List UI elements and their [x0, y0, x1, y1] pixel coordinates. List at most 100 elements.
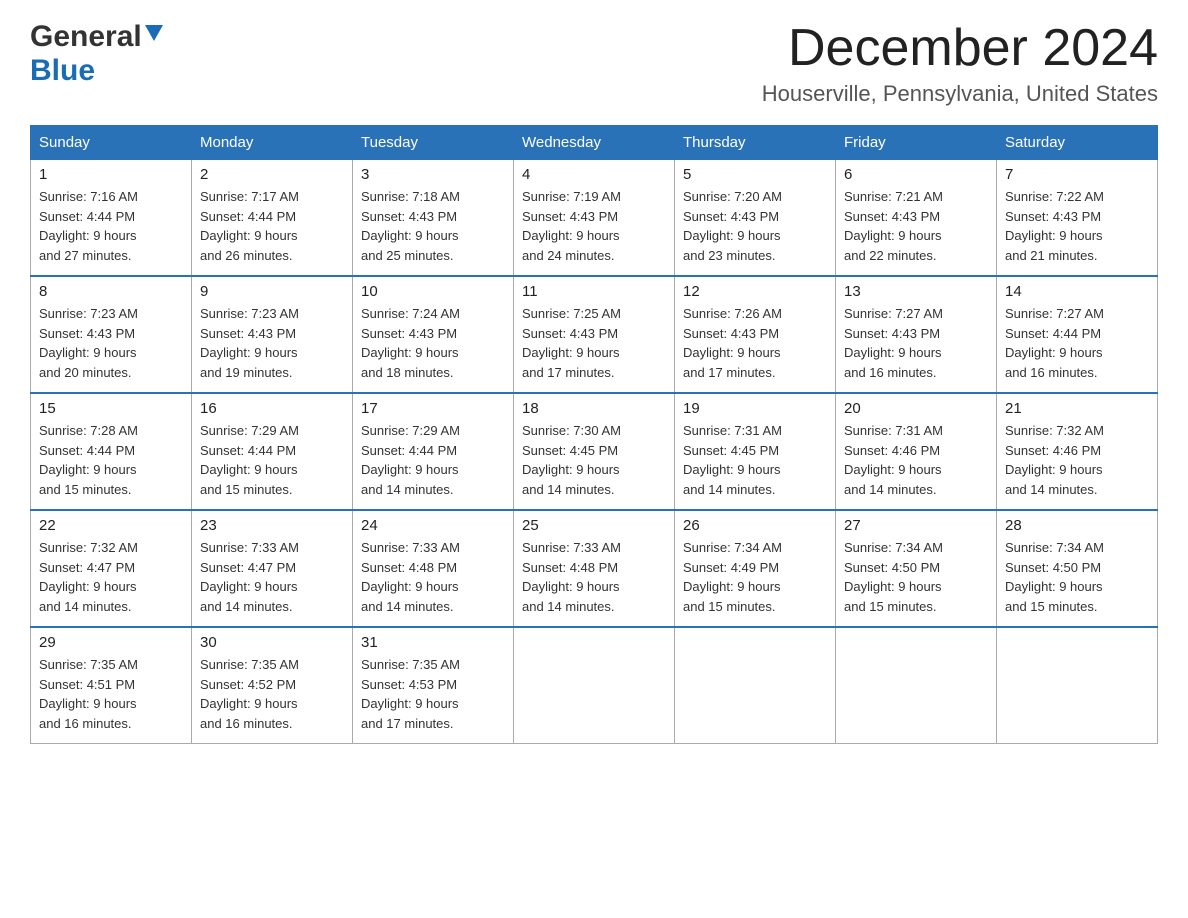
day-info: Sunrise: 7:22 AM Sunset: 4:43 PM Dayligh…: [1005, 187, 1149, 265]
day-number: 23: [200, 517, 344, 534]
day-number: 1: [39, 166, 183, 183]
day-info: Sunrise: 7:31 AM Sunset: 4:45 PM Dayligh…: [683, 421, 827, 499]
calendar-cell: 16 Sunrise: 7:29 AM Sunset: 4:44 PM Dayl…: [192, 393, 353, 510]
calendar-cell: 28 Sunrise: 7:34 AM Sunset: 4:50 PM Dayl…: [997, 510, 1158, 627]
day-number: 17: [361, 400, 505, 417]
calendar-week-2: 8 Sunrise: 7:23 AM Sunset: 4:43 PM Dayli…: [31, 276, 1158, 393]
day-number: 21: [1005, 400, 1149, 417]
day-info: Sunrise: 7:35 AM Sunset: 4:53 PM Dayligh…: [361, 655, 505, 733]
calendar-cell: 15 Sunrise: 7:28 AM Sunset: 4:44 PM Dayl…: [31, 393, 192, 510]
day-number: 13: [844, 283, 988, 300]
calendar-cell: 12 Sunrise: 7:26 AM Sunset: 4:43 PM Dayl…: [675, 276, 836, 393]
calendar-cell: 29 Sunrise: 7:35 AM Sunset: 4:51 PM Dayl…: [31, 627, 192, 744]
day-info: Sunrise: 7:33 AM Sunset: 4:47 PM Dayligh…: [200, 538, 344, 616]
calendar-week-3: 15 Sunrise: 7:28 AM Sunset: 4:44 PM Dayl…: [31, 393, 1158, 510]
day-number: 27: [844, 517, 988, 534]
day-info: Sunrise: 7:23 AM Sunset: 4:43 PM Dayligh…: [200, 304, 344, 382]
day-number: 22: [39, 517, 183, 534]
day-number: 3: [361, 166, 505, 183]
calendar-cell: 7 Sunrise: 7:22 AM Sunset: 4:43 PM Dayli…: [997, 160, 1158, 277]
calendar-cell: 2 Sunrise: 7:17 AM Sunset: 4:44 PM Dayli…: [192, 160, 353, 277]
day-number: 12: [683, 283, 827, 300]
header-row: SundayMondayTuesdayWednesdayThursdayFrid…: [31, 126, 1158, 160]
calendar-header: SundayMondayTuesdayWednesdayThursdayFrid…: [31, 126, 1158, 160]
location-subtitle: Houserville, Pennsylvania, United States: [762, 81, 1158, 107]
header: General Blue December 2024 Houserville, …: [30, 20, 1158, 107]
calendar-week-1: 1 Sunrise: 7:16 AM Sunset: 4:44 PM Dayli…: [31, 160, 1158, 277]
day-number: 7: [1005, 166, 1149, 183]
calendar-cell: 13 Sunrise: 7:27 AM Sunset: 4:43 PM Dayl…: [836, 276, 997, 393]
day-info: Sunrise: 7:23 AM Sunset: 4:43 PM Dayligh…: [39, 304, 183, 382]
header-cell-tuesday: Tuesday: [353, 126, 514, 160]
calendar-week-4: 22 Sunrise: 7:32 AM Sunset: 4:47 PM Dayl…: [31, 510, 1158, 627]
header-cell-thursday: Thursday: [675, 126, 836, 160]
calendar-cell: [514, 627, 675, 744]
day-info: Sunrise: 7:29 AM Sunset: 4:44 PM Dayligh…: [361, 421, 505, 499]
calendar-cell: 5 Sunrise: 7:20 AM Sunset: 4:43 PM Dayli…: [675, 160, 836, 277]
day-info: Sunrise: 7:34 AM Sunset: 4:50 PM Dayligh…: [1005, 538, 1149, 616]
logo-general-text: General: [30, 20, 142, 54]
calendar-table: SundayMondayTuesdayWednesdayThursdayFrid…: [30, 125, 1158, 744]
header-cell-sunday: Sunday: [31, 126, 192, 160]
calendar-cell: 20 Sunrise: 7:31 AM Sunset: 4:46 PM Dayl…: [836, 393, 997, 510]
day-info: Sunrise: 7:29 AM Sunset: 4:44 PM Dayligh…: [200, 421, 344, 499]
header-cell-friday: Friday: [836, 126, 997, 160]
day-number: 30: [200, 634, 344, 651]
calendar-cell: 22 Sunrise: 7:32 AM Sunset: 4:47 PM Dayl…: [31, 510, 192, 627]
calendar-week-5: 29 Sunrise: 7:35 AM Sunset: 4:51 PM Dayl…: [31, 627, 1158, 744]
day-info: Sunrise: 7:32 AM Sunset: 4:46 PM Dayligh…: [1005, 421, 1149, 499]
day-info: Sunrise: 7:34 AM Sunset: 4:50 PM Dayligh…: [844, 538, 988, 616]
day-number: 20: [844, 400, 988, 417]
day-info: Sunrise: 7:32 AM Sunset: 4:47 PM Dayligh…: [39, 538, 183, 616]
day-number: 31: [361, 634, 505, 651]
day-number: 16: [200, 400, 344, 417]
calendar-cell: 30 Sunrise: 7:35 AM Sunset: 4:52 PM Dayl…: [192, 627, 353, 744]
day-info: Sunrise: 7:33 AM Sunset: 4:48 PM Dayligh…: [522, 538, 666, 616]
calendar-cell: 19 Sunrise: 7:31 AM Sunset: 4:45 PM Dayl…: [675, 393, 836, 510]
day-number: 4: [522, 166, 666, 183]
calendar-cell: 4 Sunrise: 7:19 AM Sunset: 4:43 PM Dayli…: [514, 160, 675, 277]
calendar-body: 1 Sunrise: 7:16 AM Sunset: 4:44 PM Dayli…: [31, 160, 1158, 744]
day-number: 10: [361, 283, 505, 300]
day-info: Sunrise: 7:35 AM Sunset: 4:52 PM Dayligh…: [200, 655, 344, 733]
calendar-cell: 14 Sunrise: 7:27 AM Sunset: 4:44 PM Dayl…: [997, 276, 1158, 393]
day-number: 15: [39, 400, 183, 417]
logo-triangle-icon: [145, 25, 163, 48]
calendar-cell: 3 Sunrise: 7:18 AM Sunset: 4:43 PM Dayli…: [353, 160, 514, 277]
calendar-cell: 21 Sunrise: 7:32 AM Sunset: 4:46 PM Dayl…: [997, 393, 1158, 510]
day-number: 6: [844, 166, 988, 183]
calendar-cell: 31 Sunrise: 7:35 AM Sunset: 4:53 PM Dayl…: [353, 627, 514, 744]
day-info: Sunrise: 7:31 AM Sunset: 4:46 PM Dayligh…: [844, 421, 988, 499]
day-info: Sunrise: 7:27 AM Sunset: 4:43 PM Dayligh…: [844, 304, 988, 382]
day-number: 28: [1005, 517, 1149, 534]
day-info: Sunrise: 7:20 AM Sunset: 4:43 PM Dayligh…: [683, 187, 827, 265]
calendar-cell: 27 Sunrise: 7:34 AM Sunset: 4:50 PM Dayl…: [836, 510, 997, 627]
day-number: 14: [1005, 283, 1149, 300]
day-number: 9: [200, 283, 344, 300]
calendar-cell: 1 Sunrise: 7:16 AM Sunset: 4:44 PM Dayli…: [31, 160, 192, 277]
day-info: Sunrise: 7:18 AM Sunset: 4:43 PM Dayligh…: [361, 187, 505, 265]
calendar-cell: 10 Sunrise: 7:24 AM Sunset: 4:43 PM Dayl…: [353, 276, 514, 393]
day-info: Sunrise: 7:26 AM Sunset: 4:43 PM Dayligh…: [683, 304, 827, 382]
header-cell-wednesday: Wednesday: [514, 126, 675, 160]
calendar-cell: 8 Sunrise: 7:23 AM Sunset: 4:43 PM Dayli…: [31, 276, 192, 393]
day-info: Sunrise: 7:27 AM Sunset: 4:44 PM Dayligh…: [1005, 304, 1149, 382]
calendar-cell: 9 Sunrise: 7:23 AM Sunset: 4:43 PM Dayli…: [192, 276, 353, 393]
day-number: 5: [683, 166, 827, 183]
day-info: Sunrise: 7:24 AM Sunset: 4:43 PM Dayligh…: [361, 304, 505, 382]
day-number: 18: [522, 400, 666, 417]
header-cell-saturday: Saturday: [997, 126, 1158, 160]
calendar-cell: [997, 627, 1158, 744]
calendar-cell: [675, 627, 836, 744]
calendar-cell: 17 Sunrise: 7:29 AM Sunset: 4:44 PM Dayl…: [353, 393, 514, 510]
day-info: Sunrise: 7:28 AM Sunset: 4:44 PM Dayligh…: [39, 421, 183, 499]
calendar-cell: 6 Sunrise: 7:21 AM Sunset: 4:43 PM Dayli…: [836, 160, 997, 277]
logo-blue-text: Blue: [30, 54, 95, 87]
day-info: Sunrise: 7:16 AM Sunset: 4:44 PM Dayligh…: [39, 187, 183, 265]
day-number: 8: [39, 283, 183, 300]
day-info: Sunrise: 7:33 AM Sunset: 4:48 PM Dayligh…: [361, 538, 505, 616]
day-info: Sunrise: 7:17 AM Sunset: 4:44 PM Dayligh…: [200, 187, 344, 265]
day-info: Sunrise: 7:35 AM Sunset: 4:51 PM Dayligh…: [39, 655, 183, 733]
day-number: 24: [361, 517, 505, 534]
day-number: 29: [39, 634, 183, 651]
